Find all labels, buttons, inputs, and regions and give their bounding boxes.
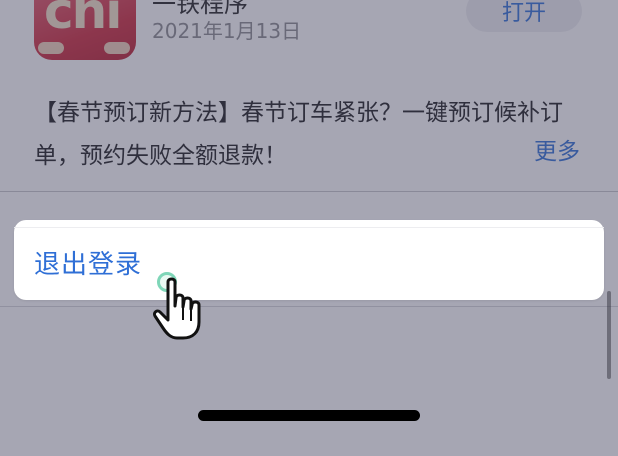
sheet-divider: [14, 227, 604, 228]
hand-pointer-icon: [153, 277, 201, 340]
logout-button[interactable]: 退出登录: [34, 244, 142, 281]
action-sheet: 退出登录: [14, 220, 604, 300]
home-indicator[interactable]: [198, 410, 420, 421]
scrollbar[interactable]: [607, 291, 611, 379]
